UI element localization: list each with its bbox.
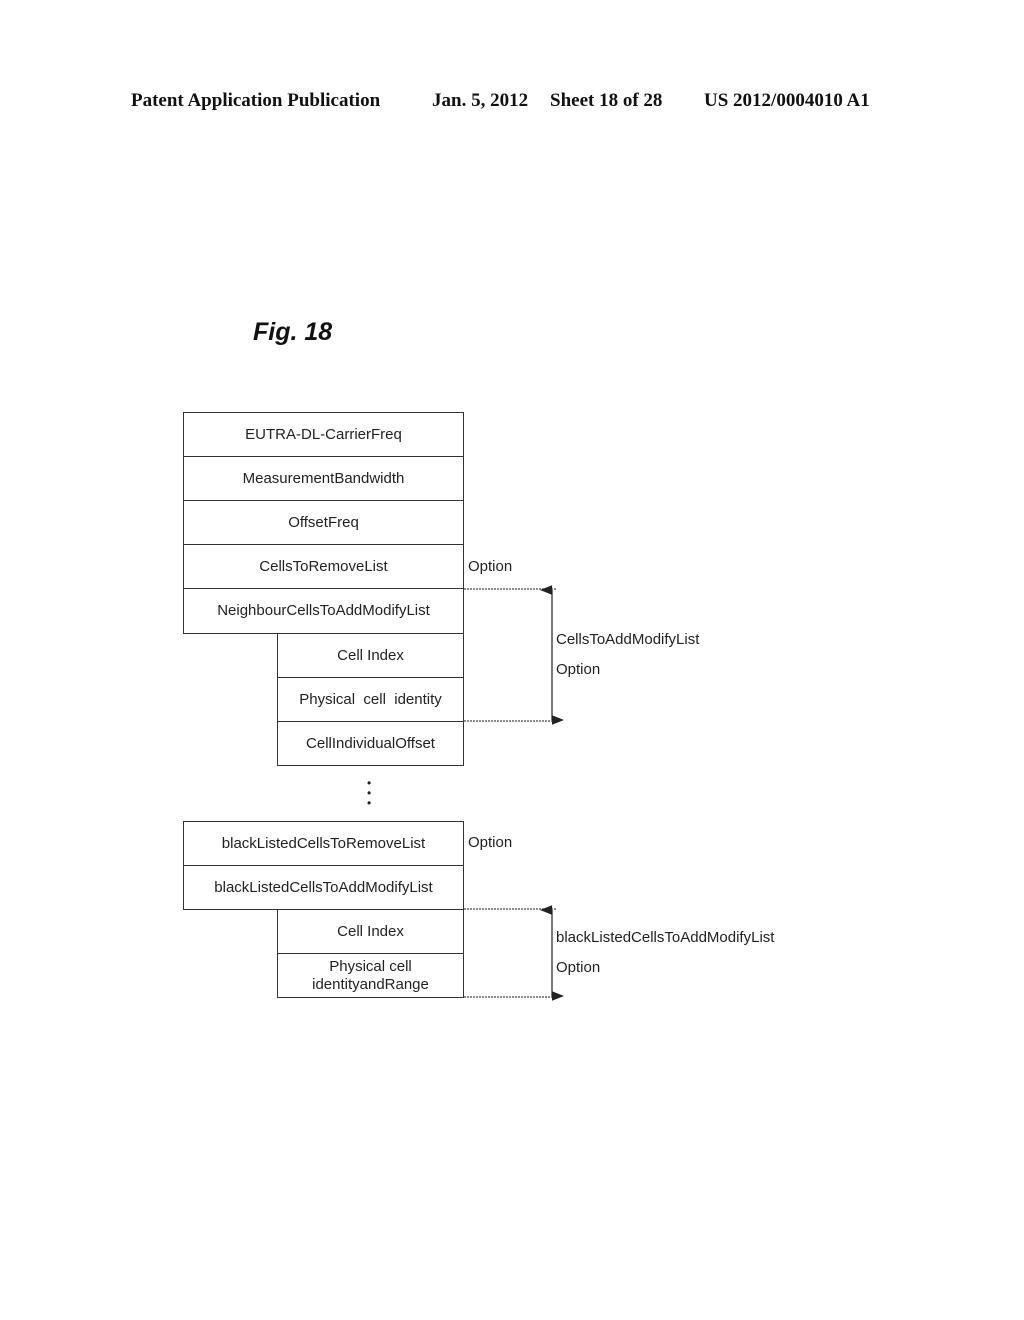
dimension-lines xyxy=(464,585,564,1001)
